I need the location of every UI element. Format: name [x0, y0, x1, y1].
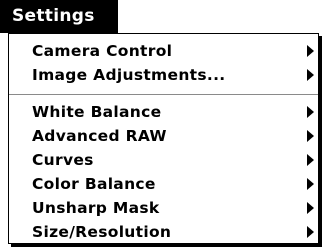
menu-item-label: Image Adjustments... — [32, 66, 226, 84]
menu-item-image-adjustments[interactable]: Image Adjustments... — [32, 63, 314, 87]
menu-item-label: White Balance — [32, 103, 162, 121]
menu-shadow — [11, 244, 322, 247]
menu-item-label: Camera Control — [32, 42, 173, 60]
menu-item-label: Unsharp Mask — [32, 199, 160, 217]
menu-item-label: Curves — [32, 151, 94, 169]
menu-item-label: Advanced RAW — [32, 127, 167, 145]
chevron-right-icon — [307, 130, 314, 142]
chevron-right-icon — [307, 106, 314, 118]
chevron-right-icon — [307, 154, 314, 166]
menu-item-camera-control[interactable]: Camera Control — [32, 39, 314, 63]
menu-item-white-balance[interactable]: White Balance — [32, 100, 314, 124]
menu-separator — [9, 94, 318, 95]
menu-item-label: Color Balance — [32, 175, 156, 193]
menu-item-curves[interactable]: Curves — [32, 148, 314, 172]
menu-item-size-resolution[interactable]: Size/Resolution — [32, 220, 314, 244]
chevron-right-icon — [307, 178, 314, 190]
chevron-right-icon — [307, 226, 314, 238]
menu-item-color-balance[interactable]: Color Balance — [32, 172, 314, 196]
menu-shadow — [319, 36, 322, 247]
menu-item-unsharp-mask[interactable]: Unsharp Mask — [32, 196, 314, 220]
menu-item-advanced-raw[interactable]: Advanced RAW — [32, 124, 314, 148]
settings-menu-title[interactable]: Settings — [0, 0, 118, 33]
chevron-right-icon — [307, 202, 314, 214]
chevron-right-icon — [307, 45, 314, 57]
menu-item-label: Size/Resolution — [32, 223, 172, 241]
chevron-right-icon — [307, 69, 314, 81]
